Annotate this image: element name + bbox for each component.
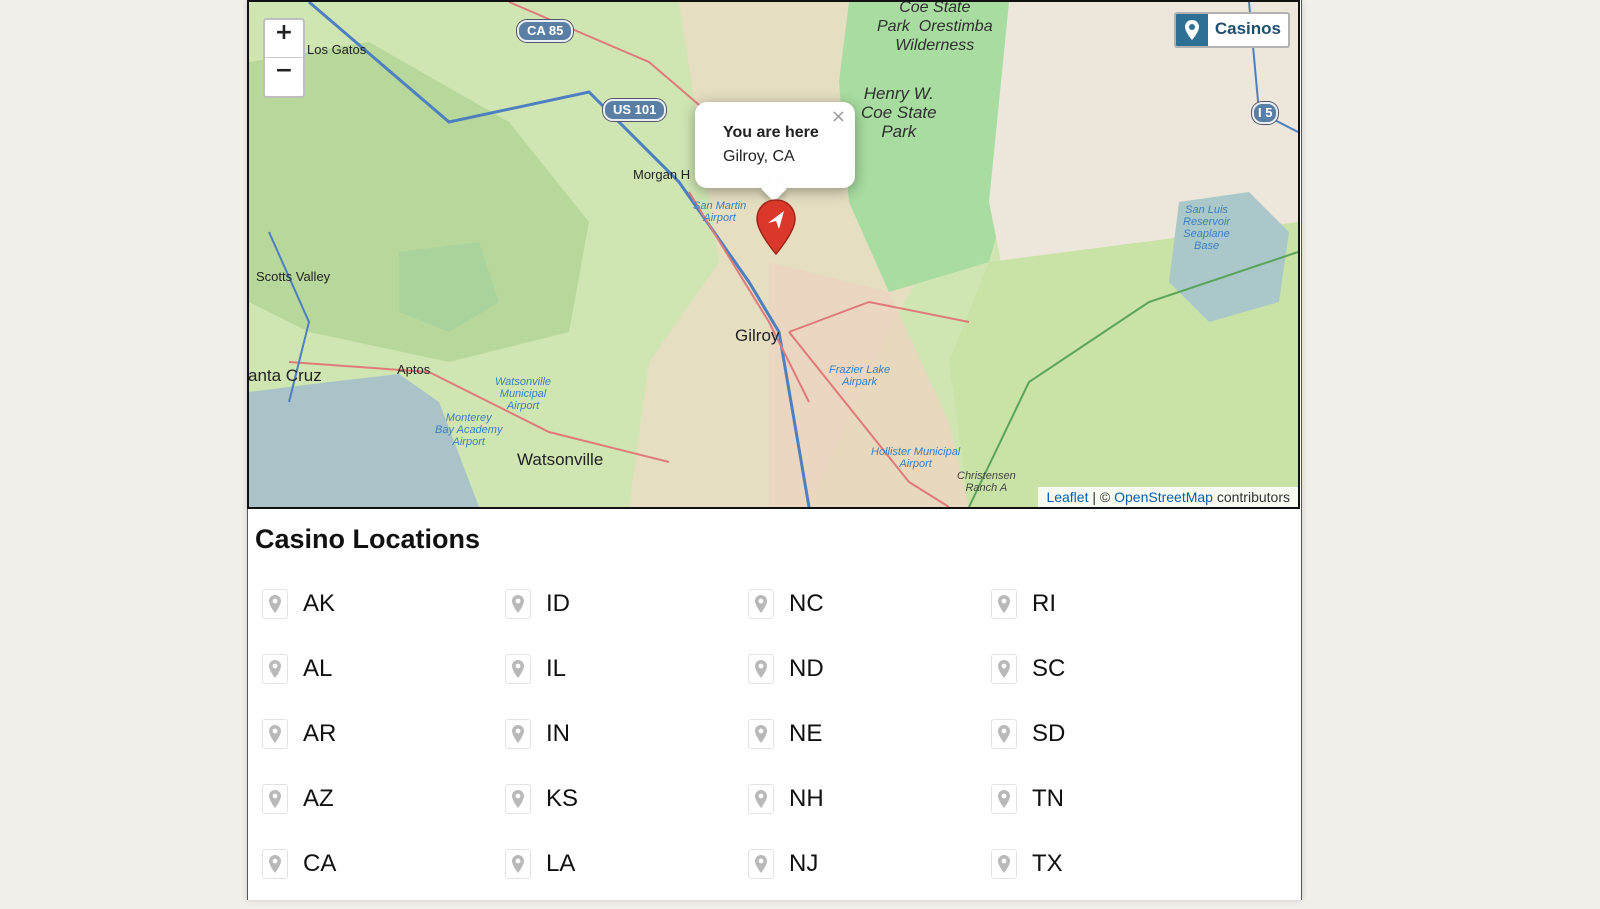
state-code: NH [789,785,824,812]
state-code: ID [546,590,570,617]
map-label-coe-orestimba: Coe State Park Orestimba Wilderness [877,0,993,54]
state-pin-icon [748,784,774,814]
state-grid: AK ID NC RI AL IL ND SC AR IN NE SD AZ KS NH TN CA LA NJ TX [262,584,1222,909]
map-label-scotts-valley: Scotts Valley [256,269,331,284]
attribution-separator: | © [1088,489,1115,505]
state-pin-icon [505,589,531,619]
state-pin-icon [748,719,774,749]
state-code: CA [303,850,337,877]
attribution-suffix: contributors [1212,489,1290,505]
state-link-sd[interactable]: SD [991,714,1234,754]
map-attribution: Leaflet | © OpenStreetMap contributors [1038,487,1298,507]
state-code: NC [789,590,824,617]
state-pin-icon [748,654,774,684]
state-link-tx[interactable]: TX [991,844,1234,884]
state-pin-icon [262,654,288,684]
state-pin-icon [991,654,1017,684]
state-pin-icon [262,589,288,619]
map-label-gilroy: Gilroy [735,326,780,345]
openstreetmap-link[interactable]: OpenStreetMap [1114,489,1213,505]
state-pin-icon [505,784,531,814]
map-label-morgan-hill: Morgan H [633,167,691,182]
state-link-ne[interactable]: NE [748,714,991,754]
state-pin-icon [748,589,774,619]
state-link-in[interactable]: IN [505,714,748,754]
zoom-in-button[interactable]: + [265,20,303,58]
state-link-tn[interactable]: TN [991,779,1234,819]
state-pin-icon [748,849,774,879]
state-link-id[interactable]: ID [505,584,748,624]
map-label-frazier-airpark: Frazier Lake Airpark [829,364,891,388]
state-pin-icon [262,784,288,814]
page-container: Los Gatos Morgan H Scotts Valley anta Cr… [247,0,1302,900]
state-code: RI [1032,590,1056,617]
casinos-layer-label: Casinos [1214,19,1281,38]
current-location-marker-icon[interactable] [755,198,797,261]
map-label-henry-coe: Henry W. Coe State Park [861,84,937,141]
state-code: AR [303,720,337,747]
state-code: KS [546,785,579,812]
casino-locations-heading: Casino Locations [255,524,481,554]
state-link-ri[interactable]: RI [991,584,1234,624]
map-label-santa-cruz: anta Cruz [248,366,322,385]
location-popup: × You are here Gilroy, CA [695,102,855,188]
state-code: AK [303,590,336,617]
map-label-monterey-airport: Monterey Bay Academy Airport [435,412,503,448]
state-link-il[interactable]: IL [505,649,748,689]
leaflet-link[interactable]: Leaflet [1046,489,1088,505]
state-pin-icon [505,719,531,749]
state-pin-icon [991,784,1017,814]
state-link-nh[interactable]: NH [748,779,991,819]
zoom-out-button[interactable]: − [265,58,303,95]
state-link-ks[interactable]: KS [505,779,748,819]
casinos-layer-button[interactable]: Casinos [1173,12,1290,48]
highway-shield-i5: I 5 [1252,102,1279,124]
state-pin-icon [505,849,531,879]
state-code: ND [789,655,824,682]
state-code: IL [546,655,567,682]
state-code: AL [303,655,333,682]
state-code: NE [789,720,823,747]
state-code: SD [1032,720,1066,747]
map-view[interactable]: Los Gatos Morgan H Scotts Valley anta Cr… [247,0,1300,509]
map-label-watsonville: Watsonville [517,450,604,469]
state-code: SC [1032,655,1066,682]
state-pin-icon [262,719,288,749]
map-label-san-luis-base: San Luis Reservoir Seaplane Base [1183,204,1231,252]
zoom-control: + − [263,18,305,98]
state-pin-icon [991,849,1017,879]
state-link-la[interactable]: LA [505,844,748,884]
state-link-nc[interactable]: NC [748,584,991,624]
state-link-nd[interactable]: ND [748,649,991,689]
state-link-ar[interactable]: AR [262,714,505,754]
map-label-christensen: Christensen Ranch A [957,470,1016,494]
state-link-ak[interactable]: AK [262,584,505,624]
state-pin-icon [505,654,531,684]
state-link-az[interactable]: AZ [262,779,505,819]
popup-location: Gilroy, CA [723,148,795,165]
popup-close-button[interactable]: × [831,106,846,127]
state-pin-icon [991,719,1017,749]
state-pin-icon [991,589,1017,619]
map-pin-icon [1175,14,1208,46]
map-label-los-gatos: Los Gatos [307,42,367,57]
state-link-ca[interactable]: CA [262,844,505,884]
state-link-al[interactable]: AL [262,649,505,689]
state-link-sc[interactable]: SC [991,649,1234,689]
map-label-hollister-airport: Hollister Municipal Airport [871,446,961,470]
highway-shield-us101: US 101 [603,99,667,121]
state-code: TN [1032,785,1064,812]
popup-title: You are here [723,124,819,141]
map-label-aptos: Aptos [397,362,431,377]
map-label-san-martin-airport: San Martin Airport [693,200,747,224]
state-pin-icon [262,849,288,879]
state-link-nj[interactable]: NJ [748,844,991,884]
state-code: AZ [303,785,334,812]
highway-shield-ca85: CA 85 [517,20,574,42]
state-code: IN [546,720,570,747]
map-label-watsonville-airport: Watsonville Municipal Airport [495,376,552,412]
state-code: TX [1032,850,1063,877]
state-code: LA [546,850,576,877]
state-code: NJ [789,850,819,877]
